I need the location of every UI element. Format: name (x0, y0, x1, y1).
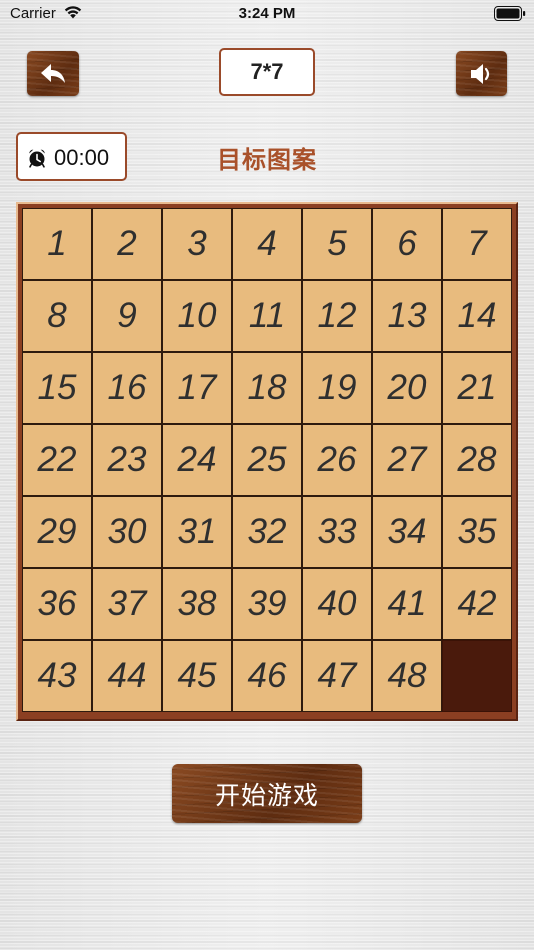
puzzle-tile[interactable]: 23 (92, 424, 162, 496)
puzzle-tile[interactable]: 38 (162, 568, 232, 640)
puzzle-tile[interactable]: 37 (92, 568, 162, 640)
puzzle-tile[interactable]: 20 (372, 352, 442, 424)
puzzle-tile[interactable]: 14 (442, 280, 512, 352)
puzzle-tile[interactable]: 1 (22, 208, 92, 280)
puzzle-tile[interactable]: 27 (372, 424, 442, 496)
puzzle-tile[interactable]: 31 (162, 496, 232, 568)
puzzle-tile[interactable]: 48 (372, 640, 442, 712)
tile-grid: 1 2 3 4 5 6 7 8 9 10 11 12 13 14 15 16 17 18 19 20 21 22 23 24 2… (22, 208, 512, 712)
puzzle-tile[interactable]: 9 (92, 280, 162, 352)
puzzle-tile[interactable]: 21 (442, 352, 512, 424)
puzzle-tile[interactable]: 34 (372, 496, 442, 568)
alarm-clock-icon (29, 149, 45, 168)
puzzle-tile[interactable]: 10 (162, 280, 232, 352)
start-game-button[interactable]: 开始游戏 (172, 764, 362, 823)
puzzle-tile[interactable]: 36 (22, 568, 92, 640)
puzzle-tile[interactable]: 28 (442, 424, 512, 496)
puzzle-tile[interactable]: 47 (302, 640, 372, 712)
puzzle-tile[interactable]: 42 (442, 568, 512, 640)
puzzle-tile[interactable]: 17 (162, 352, 232, 424)
puzzle-tile[interactable]: 39 (232, 568, 302, 640)
back-button[interactable] (27, 51, 79, 96)
puzzle-tile[interactable]: 43 (22, 640, 92, 712)
puzzle-tile[interactable]: 2 (92, 208, 162, 280)
back-arrow-icon (41, 64, 65, 83)
puzzle-tile[interactable]: 24 (162, 424, 232, 496)
puzzle-tile[interactable]: 18 (232, 352, 302, 424)
puzzle-tile[interactable]: 40 (302, 568, 372, 640)
grid-size-button[interactable]: 7*7 (219, 48, 315, 96)
puzzle-tile[interactable]: 44 (92, 640, 162, 712)
puzzle-tile[interactable]: 33 (302, 496, 372, 568)
timer-value: 00:00 (54, 145, 110, 170)
puzzle-tile[interactable]: 11 (232, 280, 302, 352)
puzzle-board: 1 2 3 4 5 6 7 8 9 10 11 12 13 14 15 16 17 18 19 20 21 22 23 24 2… (16, 202, 518, 721)
puzzle-tile[interactable]: 15 (22, 352, 92, 424)
speaker-icon (471, 64, 490, 84)
status-bar: Carrier 3:24 PM (0, 0, 534, 28)
battery-icon (494, 6, 526, 21)
puzzle-tile[interactable]: 7 (442, 208, 512, 280)
sound-toggle-button[interactable] (456, 51, 507, 96)
status-time: 3:24 PM (238, 5, 296, 22)
puzzle-tile[interactable]: 30 (92, 496, 162, 568)
puzzle-tile[interactable]: 32 (232, 496, 302, 568)
puzzle-tile[interactable]: 8 (22, 280, 92, 352)
puzzle-tile[interactable]: 26 (302, 424, 372, 496)
puzzle-tile[interactable]: 19 (302, 352, 372, 424)
puzzle-tile[interactable]: 41 (372, 568, 442, 640)
puzzle-tile[interactable]: 35 (442, 496, 512, 568)
puzzle-tile[interactable]: 29 (22, 496, 92, 568)
puzzle-tile[interactable]: 5 (302, 208, 372, 280)
puzzle-tile[interactable]: 45 (162, 640, 232, 712)
puzzle-tile[interactable]: 6 (372, 208, 442, 280)
puzzle-tile[interactable]: 16 (92, 352, 162, 424)
timer-display: 00:00 (16, 132, 127, 181)
puzzle-tile[interactable]: 25 (232, 424, 302, 496)
puzzle-tile[interactable]: 13 (372, 280, 442, 352)
puzzle-tile[interactable]: 22 (22, 424, 92, 496)
target-pattern-label[interactable]: 目标图案 (205, 140, 329, 175)
puzzle-tile[interactable]: 12 (302, 280, 372, 352)
empty-tile[interactable] (442, 640, 512, 712)
puzzle-tile[interactable]: 4 (232, 208, 302, 280)
puzzle-tile[interactable]: 3 (162, 208, 232, 280)
puzzle-tile[interactable]: 46 (232, 640, 302, 712)
